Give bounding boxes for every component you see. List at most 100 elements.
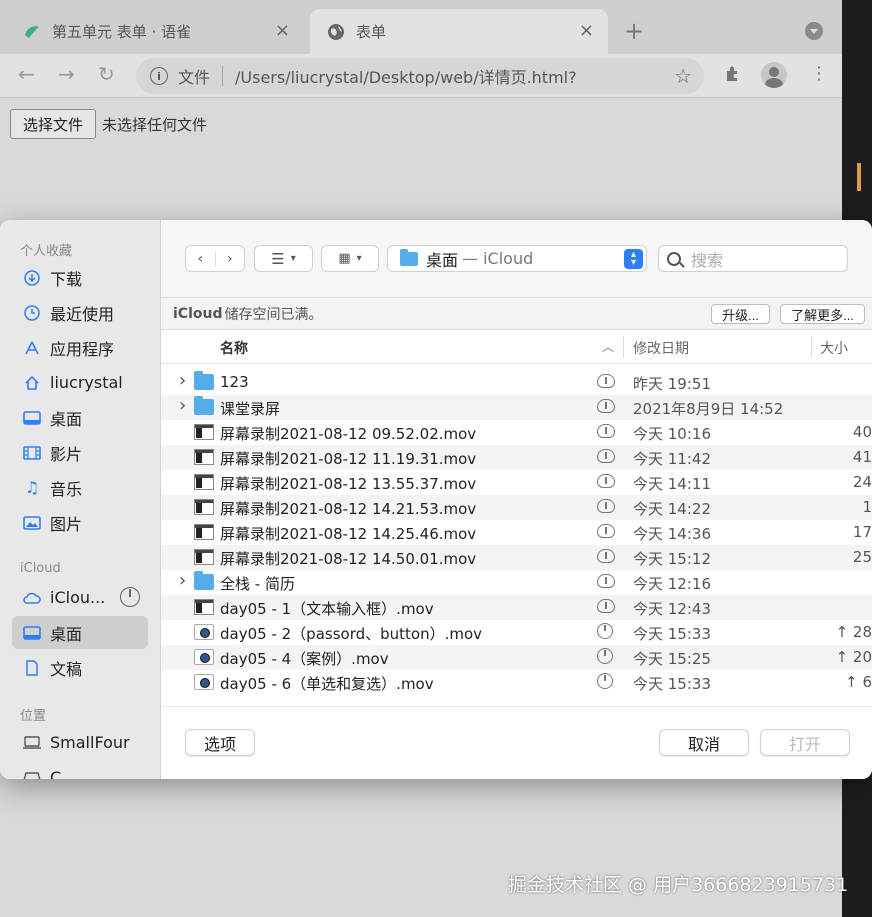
sidebar-item-recents[interactable]: 最近使用: [12, 296, 148, 329]
banner-bold: iCloud: [173, 305, 223, 322]
sidebar-item-applications[interactable]: 应用程序: [12, 331, 148, 364]
learn-more-button[interactable]: 了解更多...: [780, 304, 865, 324]
laptop-icon: [22, 733, 42, 753]
sidebar-item-label: 桌面: [50, 624, 83, 644]
tab-yuque[interactable]: 第五单元 表单 · 语雀 ×: [6, 9, 304, 54]
profile-avatar-icon[interactable]: [761, 62, 787, 88]
cancel-button[interactable]: 取消: [659, 729, 749, 756]
folder-row[interactable]: › 课堂录屏 2021年8月9日 14:52: [161, 395, 872, 420]
address-bar[interactable]: i 文件 /Users/liucrystal/Desktop/web/详情页.h…: [136, 58, 704, 94]
sidebar-item-label: 文稿: [50, 659, 83, 679]
location-popup[interactable]: 桌面 — iCloud ▴ ▾: [387, 245, 647, 272]
sidebar-item-desktop[interactable]: 桌面: [12, 401, 148, 434]
file-date: 2021年8月9日 14:52: [633, 400, 784, 418]
forward-icon[interactable]: →: [58, 62, 75, 86]
sidebar-item-icloud-desktop[interactable]: 桌面: [12, 616, 148, 649]
sidebar-item-documents[interactable]: 文稿: [12, 651, 148, 684]
search-placeholder: 搜索: [691, 250, 724, 270]
file-row[interactable]: 屏幕录制2021-08-12 11.19.31.mov 今天 11:42 41: [161, 445, 872, 470]
globe-icon: [326, 22, 346, 42]
options-button[interactable]: 选项: [185, 729, 255, 756]
sidebar-item-label: SmallFour: [50, 733, 130, 752]
sidebar-item-drive[interactable]: C...: [12, 761, 148, 779]
favorites-header: 个人收藏: [20, 244, 73, 259]
file-name: 屏幕录制2021-08-12 11.19.31.mov: [220, 450, 477, 468]
close-icon[interactable]: ×: [275, 20, 290, 41]
cloud-download-icon: [597, 424, 615, 438]
view-list-button[interactable]: ☰ ▾: [254, 245, 313, 272]
file-date: 今天 14:22: [633, 500, 711, 518]
sidebar-item-downloads[interactable]: 下载: [12, 261, 148, 294]
browser-toolbar: ← → ↻ i 文件 /Users/liucrystal/Desktop/web…: [0, 54, 842, 98]
file-name: 屏幕录制2021-08-12 14.50.01.mov: [220, 550, 477, 568]
forward-icon[interactable]: ›: [216, 251, 245, 267]
info-icon[interactable]: i: [150, 67, 168, 85]
sidebar-item-label: C...: [50, 768, 77, 779]
file-date: 今天 15:33: [633, 625, 711, 643]
sidebar-item-label: 应用程序: [50, 339, 115, 359]
sidebar-item-smallfour[interactable]: SmallFour: [12, 726, 148, 759]
open-button[interactable]: 打开: [760, 729, 850, 756]
sidebar-item-pictures[interactable]: 图片: [12, 506, 148, 539]
new-tab-button[interactable]: +: [624, 17, 644, 45]
drive-icon: [22, 768, 42, 779]
file-name: 屏幕录制2021-08-12 13.55.37.mov: [220, 475, 477, 493]
file-date: 今天 11:42: [633, 450, 711, 468]
sidebar-item-home[interactable]: liucrystal: [12, 366, 148, 399]
tab-form[interactable]: 表单 ×: [310, 9, 608, 54]
file-date: 今天 12:43: [633, 600, 711, 618]
movie-file-icon: [194, 599, 214, 615]
file-size: 24: [852, 473, 872, 491]
cloud-download-icon: [597, 474, 615, 488]
file-name: day05 - 4（案例）.mov: [220, 650, 389, 668]
file-row[interactable]: 屏幕录制2021-08-12 09.52.02.mov 今天 10:16 40: [161, 420, 872, 445]
file-list: › 123 昨天 19:51 › 课堂录屏 2021年8月9日 14:52 屏幕录制2021…: [161, 370, 872, 706]
file-size: 41: [852, 448, 872, 466]
column-date[interactable]: 修改日期: [633, 338, 689, 358]
group-by-button[interactable]: ▦ ▾: [321, 245, 379, 272]
sidebar-item-label: 桌面: [50, 409, 83, 429]
menu-icon[interactable]: ⋮: [810, 63, 828, 84]
search-field[interactable]: 搜索: [658, 245, 848, 272]
sidebar-item-icloud-drive[interactable]: iClou...: [12, 581, 148, 614]
folder-row[interactable]: › 全栈 - 简历 今天 12:16: [161, 570, 872, 595]
close-icon[interactable]: ×: [579, 20, 594, 41]
file-name: 屏幕录制2021-08-12 09.52.02.mov: [220, 425, 477, 443]
folder-row[interactable]: › 123 昨天 19:51: [161, 370, 872, 395]
upgrade-button[interactable]: 升级...: [711, 304, 770, 324]
disclosure-chevron-icon[interactable]: ›: [179, 570, 186, 591]
file-row[interactable]: 屏幕录制2021-08-12 13.55.37.mov 今天 14:11 24: [161, 470, 872, 495]
sidebar-item-label: 影片: [50, 444, 83, 464]
file-row[interactable]: day05 - 1（文本输入框）.mov 今天 12:43: [161, 595, 872, 620]
sidebar-item-label: iClou...: [50, 588, 106, 607]
extensions-icon[interactable]: [724, 65, 742, 88]
column-size[interactable]: 大小: [820, 338, 848, 358]
file-row[interactable]: day05 - 6（单选和复选）.mov 今天 15:33 ↑ 6: [161, 670, 872, 695]
disclosure-chevron-icon[interactable]: ›: [179, 370, 186, 391]
location-name: 桌面: [426, 250, 459, 270]
file-open-dialog: 个人收藏 下载 最近使用 应用程序 liucrystal 桌面 影片 ♫ 音乐: [0, 220, 872, 779]
disclosure-chevron-icon[interactable]: ›: [179, 395, 186, 416]
document-icon: [22, 658, 42, 678]
file-row[interactable]: 屏幕录制2021-08-12 14.50.01.mov 今天 15:12 25: [161, 545, 872, 570]
chevron-down-icon: ▾: [290, 253, 296, 264]
column-name[interactable]: 名称: [220, 338, 248, 358]
file-row[interactable]: day05 - 2（passord、button）.mov 今天 15:33 ↑ 2…: [161, 620, 872, 645]
reload-icon[interactable]: ↻: [98, 62, 115, 86]
tab-search-icon[interactable]: [805, 22, 823, 40]
back-icon[interactable]: ‹: [186, 250, 216, 267]
sidebar-item-movies[interactable]: 影片: [12, 436, 148, 469]
cloud-download-icon: [597, 449, 615, 463]
sidebar-item-music[interactable]: ♫ 音乐: [12, 471, 148, 504]
file-row[interactable]: day05 - 4（案例）.mov 今天 15:25 ↑ 20: [161, 645, 872, 670]
file-date: 今天 15:12: [633, 550, 711, 568]
cloud-download-icon: [597, 599, 615, 613]
back-icon[interactable]: ←: [18, 62, 35, 86]
file-row[interactable]: 屏幕录制2021-08-12 14.25.46.mov 今天 14:36 17: [161, 520, 872, 545]
file-size: ↑ 20: [835, 648, 872, 666]
choose-file-button[interactable]: 选择文件: [10, 109, 96, 139]
bookmark-star-icon[interactable]: ☆: [674, 64, 692, 88]
movie-file-icon: [194, 649, 214, 665]
file-row[interactable]: 屏幕录制2021-08-12 14.21.53.mov 今天 14:22 1: [161, 495, 872, 520]
tab-title: 第五单元 表单 · 语雀: [52, 23, 192, 41]
